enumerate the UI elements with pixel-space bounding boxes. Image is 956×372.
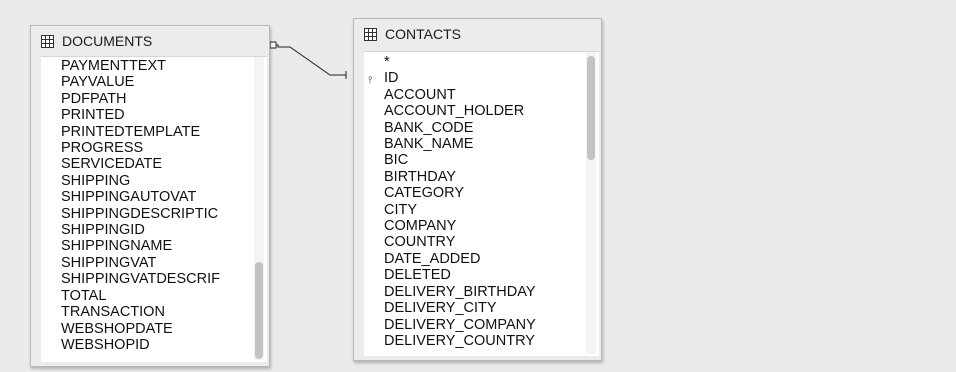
field-row[interactable]: BIRTHDAY xyxy=(384,169,536,185)
field-row[interactable]: COMPANY xyxy=(384,218,536,234)
documents-table-header[interactable]: DOCUMENTS xyxy=(31,26,269,56)
contacts-scrollbar-thumb[interactable] xyxy=(587,56,595,160)
contacts-table-title: CONTACTS xyxy=(385,26,461,42)
documents-field-list[interactable]: PAYMENTTEXT PAYVALUE PDFPATH PRINTED PRINTED… xyxy=(41,56,267,362)
field-row[interactable]: DELETED xyxy=(384,267,536,283)
documents-scrollbar-thumb[interactable] xyxy=(255,262,263,359)
field-row[interactable]: BANK_CODE xyxy=(384,120,536,136)
field-row[interactable]: * xyxy=(384,54,536,70)
contacts-field-list[interactable]: * ⫯ ID ACCOUNT ACCOUNT_HOLDER BANK_CODE BANK_N… xyxy=(364,51,599,356)
field-row[interactable]: SHIPPINGAUTOVAT xyxy=(61,189,220,205)
field-row[interactable]: CATEGORY xyxy=(384,185,536,201)
field-row[interactable]: CITY xyxy=(384,202,536,218)
field-row[interactable]: DELIVERY_CITY xyxy=(384,300,536,316)
field-row[interactable]: TOTAL xyxy=(61,288,220,304)
table-grid-icon xyxy=(41,34,54,48)
field-row[interactable]: WEBSHOPDATE xyxy=(61,321,220,337)
field-row[interactable]: SHIPPINGID xyxy=(61,222,220,238)
documents-table-title: DOCUMENTS xyxy=(62,33,153,49)
field-row[interactable]: DELIVERY_COUNTRY xyxy=(384,333,536,349)
field-row[interactable]: PAYVALUE xyxy=(61,74,220,90)
documents-table-window[interactable]: DOCUMENTS PAYMENTTEXT PAYVALUE PDFPATH PRIN… xyxy=(30,25,270,367)
field-row[interactable]: DATE_ADDED xyxy=(384,251,536,267)
contacts-scrollbar[interactable] xyxy=(586,52,596,354)
field-row[interactable]: PRINTEDTEMPLATE xyxy=(61,124,220,140)
table-grid-icon xyxy=(364,27,377,41)
field-row[interactable]: PRINTED xyxy=(61,107,220,123)
field-row[interactable]: SERVICEDATE xyxy=(61,156,220,172)
field-row[interactable]: BANK_NAME xyxy=(384,136,536,152)
field-row[interactable]: BIC xyxy=(384,152,536,168)
field-row[interactable]: ACCOUNT_HOLDER xyxy=(384,103,536,119)
field-row[interactable]: ACCOUNT xyxy=(384,87,536,103)
field-row[interactable]: SHIPPINGVAT xyxy=(61,255,220,271)
field-row[interactable]: PDFPATH xyxy=(61,91,220,107)
field-row[interactable]: WEBSHOPID xyxy=(61,337,220,353)
contacts-table-header[interactable]: CONTACTS xyxy=(354,19,601,49)
field-row[interactable]: SHIPPINGVATDESCRIF xyxy=(61,271,220,287)
field-row[interactable]: SHIPPINGNAME xyxy=(61,238,220,254)
field-row[interactable]: TRANSACTION xyxy=(61,304,220,320)
contacts-table-window[interactable]: CONTACTS * ⫯ ID ACCOUNT ACCOUNT_HOLDER BANK_C… xyxy=(353,18,602,361)
primary-key-icon: ⫯ xyxy=(368,75,373,87)
field-row[interactable]: COUNTRY xyxy=(384,234,536,250)
field-row[interactable]: SHIPPINGDESCRIPTIC xyxy=(61,206,220,222)
field-row[interactable]: DELIVERY_COMPANY xyxy=(384,317,536,333)
field-row[interactable]: PROGRESS xyxy=(61,140,220,156)
field-row[interactable]: SHIPPING xyxy=(61,173,220,189)
field-row[interactable]: PAYMENTTEXT xyxy=(61,58,220,74)
field-row[interactable]: DELIVERY_BIRTHDAY xyxy=(384,284,536,300)
documents-scrollbar[interactable] xyxy=(254,57,264,360)
field-row[interactable]: ⫯ ID xyxy=(368,70,536,86)
